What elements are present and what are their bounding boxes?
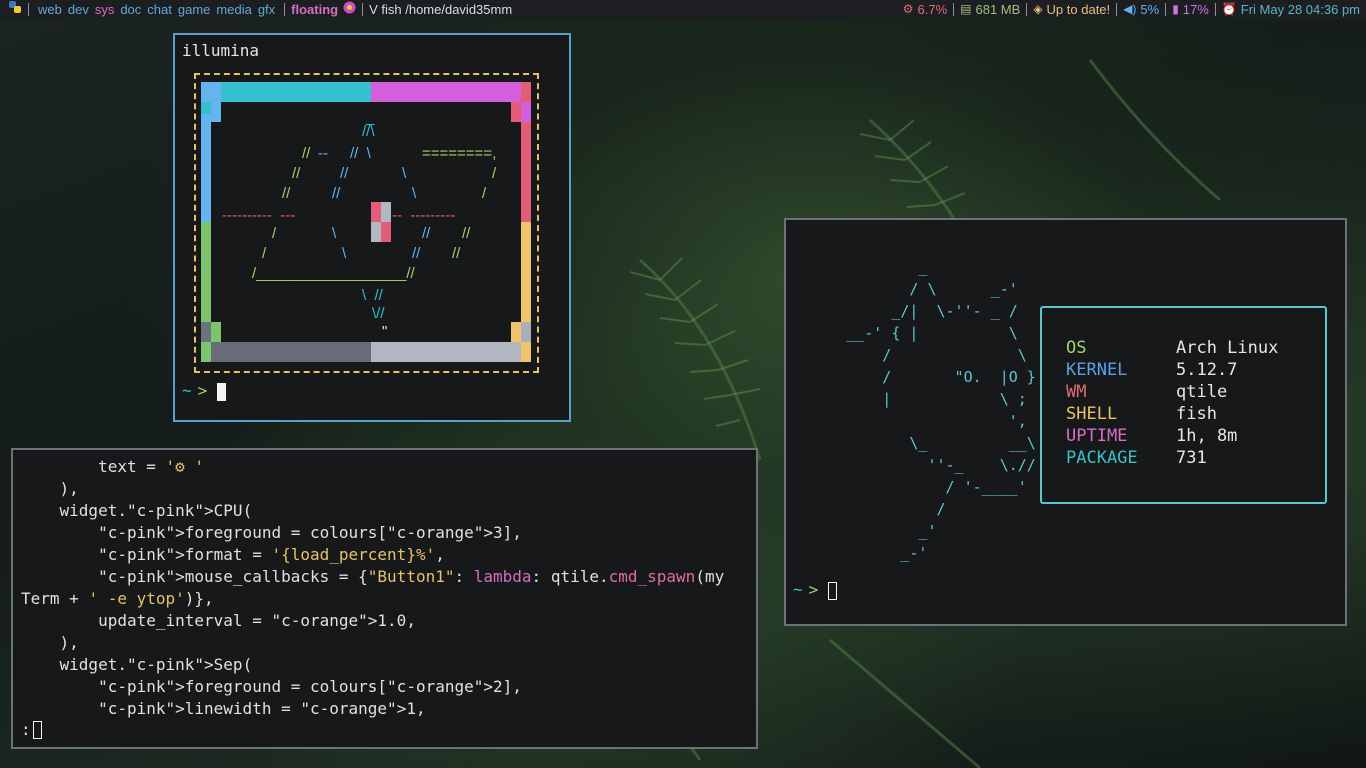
code-line-7: Term + ' -e ytop')}, xyxy=(21,589,214,608)
workspace-dev[interactable]: dev xyxy=(65,0,92,19)
speaker-icon: ◀) xyxy=(1123,2,1137,16)
code-line-2: ), xyxy=(21,479,79,498)
package-icon: ◈ xyxy=(1033,2,1043,16)
code-line-9: ), xyxy=(21,633,79,652)
layout-indicator[interactable]: floating xyxy=(291,0,338,19)
workspace-media[interactable]: media xyxy=(213,0,254,19)
volume-widget[interactable]: ◀) 5% xyxy=(1123,0,1159,19)
code-line-12: "c-pink">linewidth = "c-orange">1, xyxy=(98,699,426,718)
terminal-editor[interactable]: text = '⚙ ' ), widget."c-pink">CPU( "c-p… xyxy=(11,448,758,749)
updates-value: Up to date! xyxy=(1046,2,1111,17)
memory-value: 681 MB xyxy=(975,2,1021,17)
text-cursor xyxy=(32,721,42,739)
info-row-wm: WM qtile xyxy=(1066,382,1227,402)
battery-icon: ▮ xyxy=(1172,2,1179,16)
cpu-icon: ⚙ xyxy=(902,2,914,16)
vim-command-line[interactable]: : xyxy=(21,720,42,739)
info-row-os: OS Arch Linux xyxy=(1066,338,1278,358)
code-line-6: "c-pink">mouse_callbacks = {"Button1": l… xyxy=(98,567,725,586)
ascii-logo: _ / \ _-' _/| \-''- _ / __-' { | \ / \ /… xyxy=(846,258,1036,562)
workspace-gfx[interactable]: gfx xyxy=(255,0,278,19)
python-icon[interactable] xyxy=(8,0,22,19)
info-row-uptime: UPTIME 1h, 8m xyxy=(1066,426,1237,446)
shell-prompt[interactable]: ~ > xyxy=(793,580,838,600)
info-value: 5.12.7 xyxy=(1176,360,1238,380)
battery-widget[interactable]: ▮ 17% xyxy=(1172,0,1209,19)
code-line-8: update_interval = "c-orange">1.0, xyxy=(21,611,416,630)
cpu-value: 6.7% xyxy=(917,2,948,17)
terminal-title: illumina xyxy=(182,41,260,60)
code-line-11: "c-pink">foreground = colours["c-orange"… xyxy=(98,677,522,696)
layout-icon[interactable] xyxy=(343,0,356,19)
info-key: SHELL xyxy=(1066,404,1118,424)
alarm-clock-icon: ⏰ xyxy=(1221,2,1237,16)
code-line-10: widget."c-pink">Sep( xyxy=(21,655,253,674)
top-bar: web dev sys doc chat game media gfx floa… xyxy=(0,0,1366,19)
code-line-3: widget."c-pink">CPU( xyxy=(21,501,253,520)
shell-prompt[interactable]: ~ > xyxy=(182,381,227,401)
info-value: fish xyxy=(1176,404,1217,424)
terminal-fetch[interactable]: _ / \ _-' _/| \-''- _ / __-' { | \ / \ /… xyxy=(784,218,1347,626)
info-key: PACKAGE xyxy=(1066,448,1138,468)
info-key: OS xyxy=(1066,338,1087,358)
window-title: V fish /home/david35mm xyxy=(369,2,513,17)
text-cursor xyxy=(217,382,227,401)
clock-value: Fri May 28 04:36 pm xyxy=(1240,2,1360,17)
code-line-4: "c-pink">foreground = colours["c-orange"… xyxy=(98,523,522,542)
info-value: 1h, 8m xyxy=(1176,426,1238,446)
cpu-widget[interactable]: ⚙ 6.7% xyxy=(903,0,947,19)
text-cursor xyxy=(828,581,838,600)
info-key: WM xyxy=(1066,382,1087,402)
battery-value: 17% xyxy=(1182,2,1209,17)
code-view[interactable]: text = '⚙ ' ), widget."c-pink">CPU( "c-p… xyxy=(21,456,724,720)
memory-widget[interactable]: ▤ 681 MB xyxy=(960,0,1020,19)
workspace-doc[interactable]: doc xyxy=(117,0,144,19)
info-key: KERNEL xyxy=(1066,360,1128,380)
info-key: UPTIME xyxy=(1066,426,1128,446)
info-value: qtile xyxy=(1176,382,1228,402)
code-line-5: "c-pink">format = '{load_percent}%', xyxy=(98,545,445,564)
workspace-game[interactable]: game xyxy=(175,0,214,19)
workspace-web[interactable]: web xyxy=(35,0,65,19)
info-value: Arch Linux xyxy=(1176,338,1279,358)
illumina-art: _ //\ // -- // \ ========, // // \ / // … xyxy=(194,73,539,373)
info-row-kernel: KERNEL 5.12.7 xyxy=(1066,360,1237,380)
workspace-chat[interactable]: chat xyxy=(144,0,175,19)
info-value: 731 xyxy=(1176,448,1207,468)
code-line-1: text = '⚙ ' xyxy=(21,457,205,476)
volume-value: 5% xyxy=(1140,2,1160,17)
memory-icon: ▤ xyxy=(960,2,972,16)
info-row-shell: SHELL fish xyxy=(1066,404,1217,424)
workspace-sys[interactable]: sys xyxy=(92,0,118,19)
updates-widget[interactable]: ◈ Up to date! xyxy=(1033,0,1110,19)
info-row-package: PACKAGE 731 xyxy=(1066,448,1207,468)
clock-widget[interactable]: ⏰ Fri May 28 04:36 pm xyxy=(1222,0,1360,19)
